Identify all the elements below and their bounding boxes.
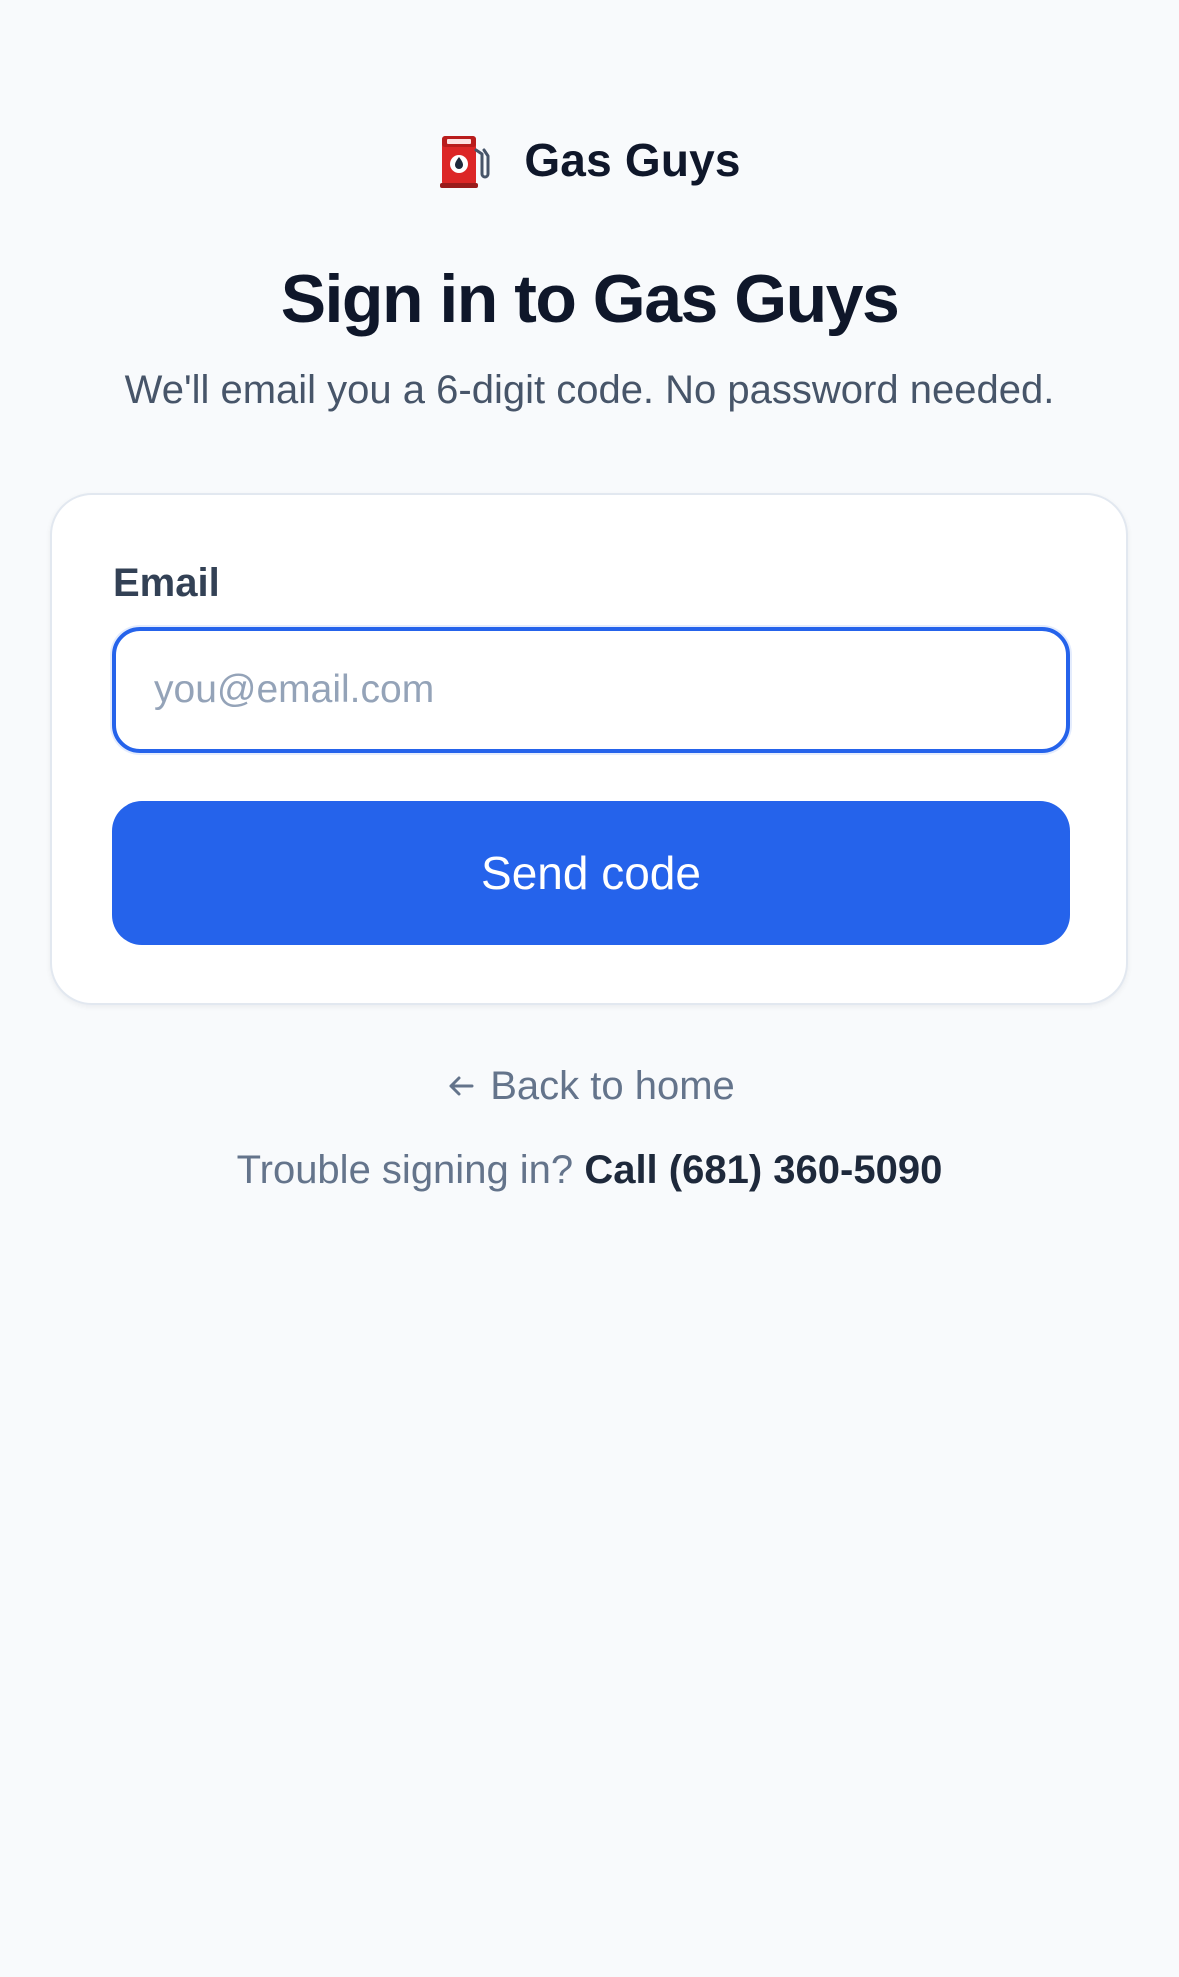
help-text: Trouble signing in? (236, 1148, 574, 1192)
sign-in-page: Gas Guys Sign in to Gas Guys We'll email… (0, 0, 1179, 1977)
back-to-home-link[interactable]: Back to home (0, 1062, 1179, 1110)
email-input[interactable] (112, 627, 1070, 753)
fuel-pump-icon (440, 136, 490, 188)
help-phone-link[interactable]: Call (681) 360-5090 (584, 1148, 942, 1192)
brand-name: Gas Guys (524, 134, 741, 186)
help-line: Trouble signing in? Call (681) 360-5090 (0, 1146, 1179, 1194)
send-code-button[interactable]: Send code (112, 801, 1070, 945)
page-title: Sign in to Gas Guys (280, 261, 900, 337)
email-label: Email (113, 561, 220, 605)
sign-in-card: Email Send code (50, 493, 1128, 1005)
brand-header: Gas Guys (0, 130, 1179, 190)
arrow-left-icon (449, 1076, 474, 1096)
page-subtitle: We'll email you a 6-digit code. No passw… (124, 368, 1055, 412)
back-to-home-label: Back to home (490, 1064, 735, 1108)
